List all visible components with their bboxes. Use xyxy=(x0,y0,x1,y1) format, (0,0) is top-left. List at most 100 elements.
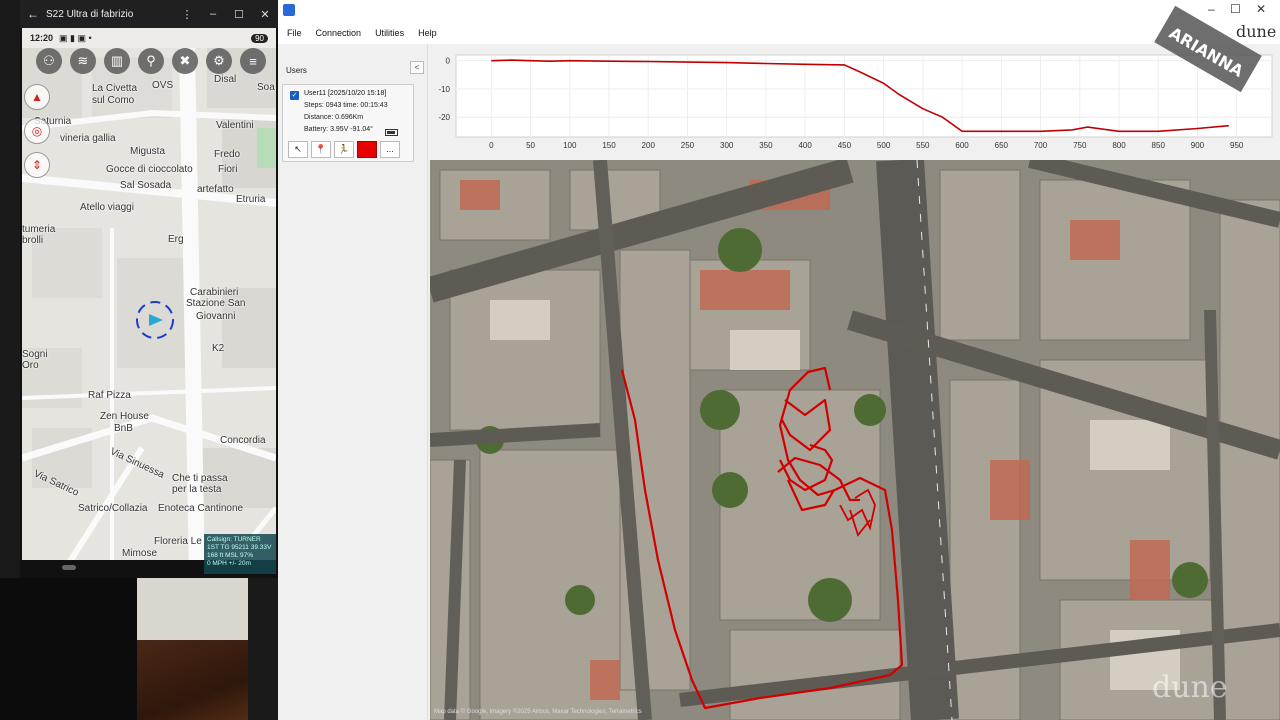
chart-y-tick-label: -10 xyxy=(438,85,450,94)
close-button[interactable]: ✕ xyxy=(252,8,278,21)
phone-screen: 12:20 ▣ ▮ ▣ • 90 ⚇ ≋ ▥ ⚲ ✖ ⚙ ≡ ▲ ◎ ⇕ La … xyxy=(22,28,276,574)
map-label: tumeria xyxy=(22,224,56,235)
chart-x-tick-label: 450 xyxy=(838,141,852,150)
notification-icons: ▣ ▮ ▣ • xyxy=(59,32,92,43)
user-actions: ↖ 📍 🏃 ... xyxy=(288,141,400,158)
map-label: Mimose xyxy=(122,548,158,559)
map-label: brolli xyxy=(22,235,44,246)
chart-x-tick-label: 0 xyxy=(489,141,494,150)
chart-x-tick-label: 900 xyxy=(1191,141,1205,150)
map-label: Giovanni xyxy=(196,311,236,322)
map-label: Enoteca Cantinone xyxy=(158,503,244,514)
user-visible-checkbox[interactable]: ✓ xyxy=(290,91,299,100)
chart-x-tick-label: 600 xyxy=(955,141,969,150)
info-line-3: 0 MPH +/- 20m xyxy=(207,560,251,567)
map-label: Fiori xyxy=(218,164,238,175)
phone-left-tools: ▲ ◎ ⇕ xyxy=(24,84,50,178)
map-label: Valentini xyxy=(216,120,254,131)
map-attribution: Map data © Google, Imagery ©2025 Airbus,… xyxy=(434,709,642,715)
locate-icon[interactable]: ◎ xyxy=(24,118,50,144)
chart-x-tick-label: 550 xyxy=(916,141,930,150)
map-label: OVS xyxy=(152,80,174,91)
zoom-icon[interactable]: ⇕ xyxy=(24,152,50,178)
more-icon[interactable]: ⋮ xyxy=(174,8,200,21)
map-label: Concordia xyxy=(220,435,266,446)
map-label: Che ti passa xyxy=(172,473,228,484)
collapse-panel-button[interactable]: < xyxy=(410,61,424,74)
chart-x-tick-label: 350 xyxy=(759,141,773,150)
user-card[interactable]: ✓ User11 [2025/10/20 15:18] Steps: 0943 … xyxy=(282,84,414,162)
tracking-app-window: – ☐ ✕ File Connection Utilities Help Use… xyxy=(278,0,1280,720)
chart-x-tick-label: 950 xyxy=(1230,141,1244,150)
info-line-1: 1ST TG 95211 39.33V xyxy=(207,544,272,551)
chart-y-tick-label: 0 xyxy=(446,57,451,66)
users-panel: Users < ✓ User11 [2025/10/20 15:18] Step… xyxy=(278,44,428,720)
map-label: vineria gallia xyxy=(60,133,116,144)
menu-utilities[interactable]: Utilities xyxy=(375,28,404,38)
user-steps: Steps: 0943 time: 00:15:43 xyxy=(304,102,388,109)
chart-x-tick-label: 500 xyxy=(877,141,891,150)
status-time: 12:20 xyxy=(30,33,54,43)
phone-window-titlebar: ← S22 Ultra di fabrizio ⋮ – ☐ ✕ xyxy=(20,0,278,28)
map-label: sul Como xyxy=(92,95,135,106)
map-label: Erg xyxy=(168,234,184,245)
chart-x-tick-label: 200 xyxy=(642,141,656,150)
menu-help[interactable]: Help xyxy=(418,28,437,38)
users-icon[interactable]: ⚇ xyxy=(36,48,62,74)
phone-map-toolbar: ⚇ ≋ ▥ ⚲ ✖ ⚙ ≡ xyxy=(36,48,266,74)
map-label: Etruria xyxy=(236,194,266,205)
arianna-logo: ARIANNA xyxy=(1154,6,1262,92)
chart-x-tick-label: 100 xyxy=(563,141,577,150)
chart-x-tick-label: 150 xyxy=(602,141,616,150)
back-arrow-icon[interactable]: ← xyxy=(20,7,46,21)
maximize-button[interactable]: ☐ xyxy=(226,8,252,21)
map-label: BnB xyxy=(114,423,133,434)
nav-pill[interactable] xyxy=(62,565,76,570)
satellite-map[interactable]: Map data © Google, Imagery ©2025 Airbus,… xyxy=(430,160,1280,720)
users-header: Users xyxy=(286,66,307,75)
user-distance: Distance: 0.696Km xyxy=(304,114,364,121)
map-label: Soa xyxy=(257,82,275,93)
satellite-imagery[interactable] xyxy=(430,160,1280,720)
menu-file[interactable]: File xyxy=(287,28,302,38)
map-icon[interactable]: ▥ xyxy=(104,48,130,74)
map-label: Raf Pizza xyxy=(88,390,131,401)
chart-x-tick-label: 650 xyxy=(995,141,1009,150)
status-battery: 90 xyxy=(251,33,268,43)
user-battery: Battery: 3.95V -91.04° xyxy=(304,126,373,133)
map-label: Floreria Le xyxy=(154,536,202,547)
map-label: artefatto xyxy=(197,184,234,195)
compass-icon[interactable]: ▲ xyxy=(24,84,50,110)
chart-y-tick-label: -20 xyxy=(438,113,450,122)
minimize-button[interactable]: – xyxy=(200,8,226,20)
settings-icon[interactable]: ⚙ xyxy=(206,48,232,74)
tools-icon[interactable]: ✖ xyxy=(172,48,198,74)
pin-icon[interactable]: ⚲ xyxy=(138,48,164,74)
chair xyxy=(248,578,278,720)
map-label: Oro xyxy=(22,360,39,371)
menu-connection[interactable]: Connection xyxy=(316,28,362,38)
map-label: Satrico/Collazia xyxy=(78,503,148,514)
map-label: La Civetta xyxy=(92,83,138,94)
chart-x-tick-label: 800 xyxy=(1112,141,1126,150)
app-titlebar: – ☐ ✕ xyxy=(278,0,1280,22)
map-label: Zen House xyxy=(100,411,149,422)
chart-x-tick-label: 700 xyxy=(1034,141,1048,150)
select-cursor-button[interactable]: ↖ xyxy=(288,141,308,158)
battery-icon xyxy=(385,129,398,136)
track-button[interactable]: 🏃 xyxy=(334,141,354,158)
phone-window-title: S22 Ultra di fabrizio xyxy=(46,8,134,20)
map-label: per la testa xyxy=(172,484,222,495)
map-label: K2 xyxy=(212,343,225,354)
pin-button[interactable]: 📍 xyxy=(311,141,331,158)
track-color-button[interactable] xyxy=(357,141,377,158)
more-button[interactable]: ... xyxy=(380,141,400,158)
menu-icon[interactable]: ≡ xyxy=(240,48,266,74)
info-callsign: Callsign: TURNER xyxy=(207,536,261,543)
app-icon xyxy=(283,4,295,16)
room-background xyxy=(0,578,278,720)
layers-icon[interactable]: ≋ xyxy=(70,48,96,74)
dune-logo-bottom: dune xyxy=(1152,670,1228,705)
chart-x-tick-label: 300 xyxy=(720,141,734,150)
map-label: Gocce di cioccolato xyxy=(106,164,193,175)
